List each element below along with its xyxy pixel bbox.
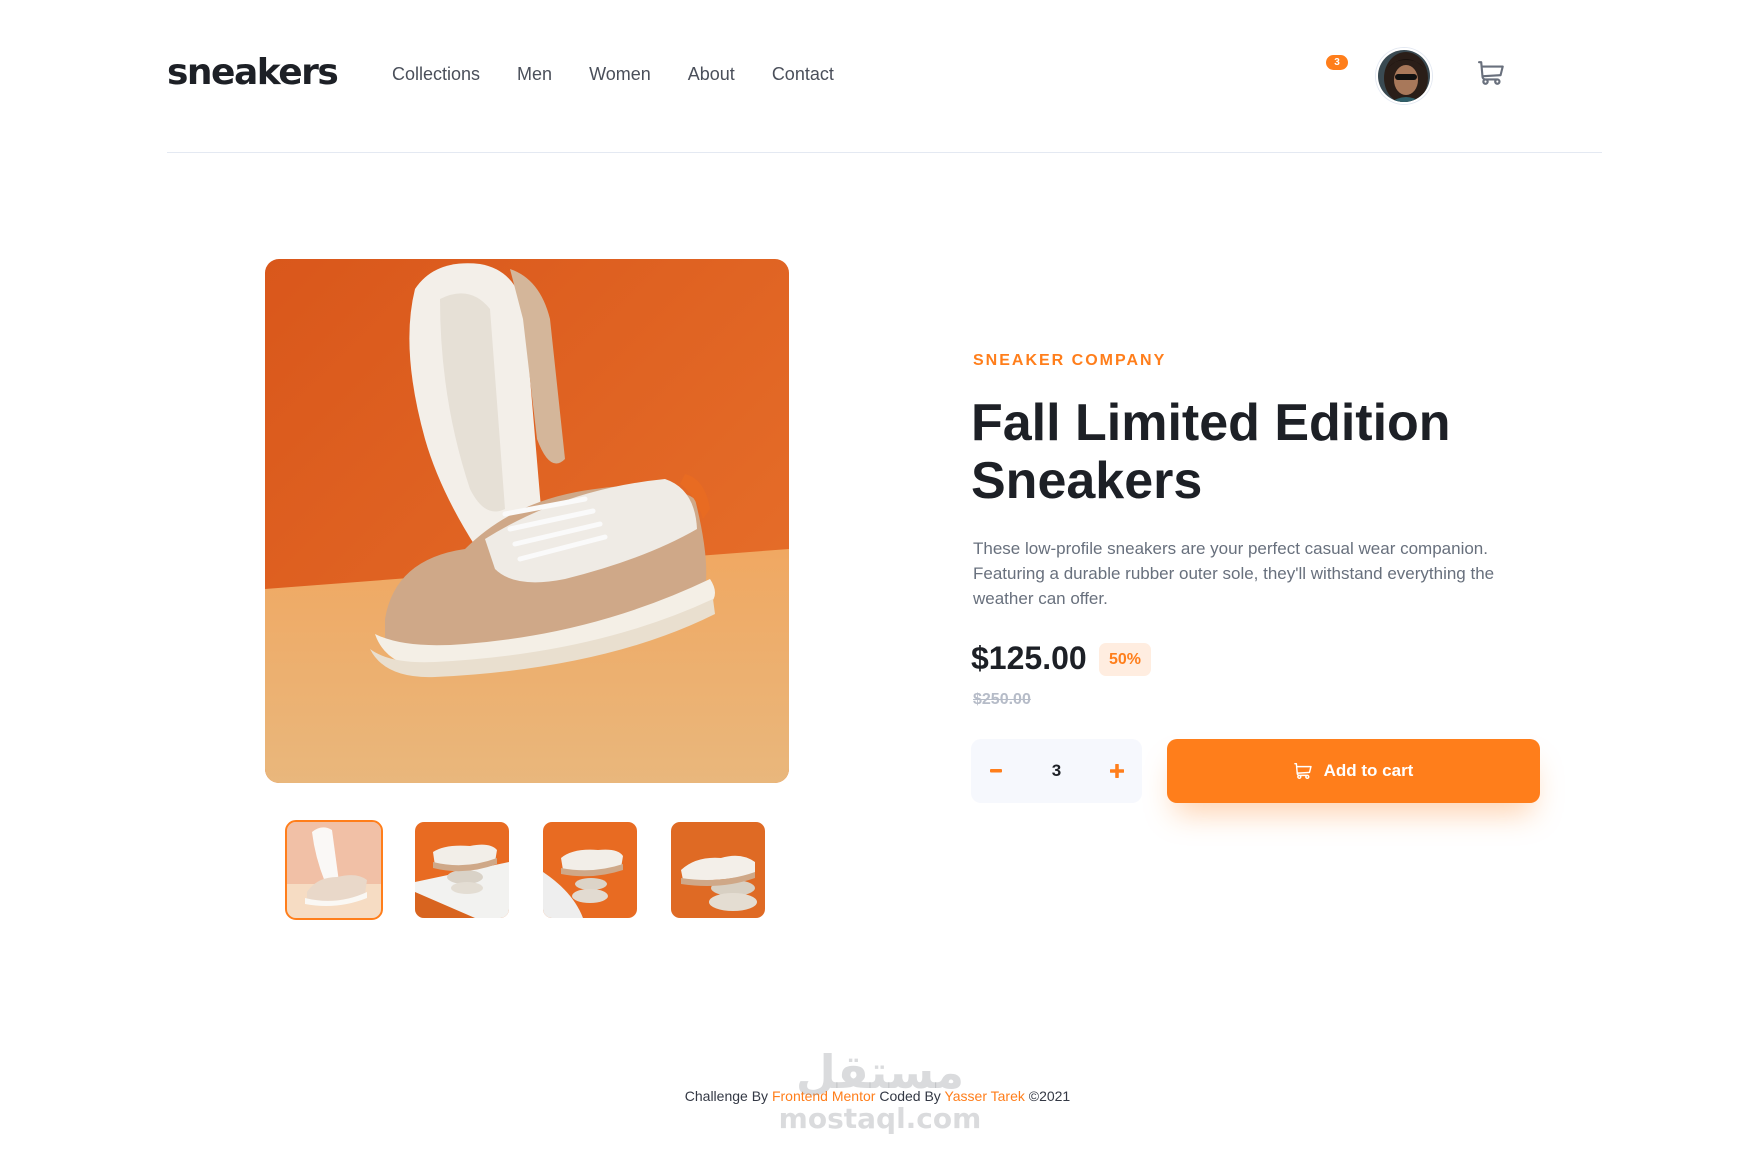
thumbnail-1[interactable] <box>285 820 383 920</box>
cart-count-badge: 3 <box>1326 55 1348 70</box>
quantity-stepper: 3 <box>971 739 1142 803</box>
thumbnail-2-image <box>415 822 509 918</box>
thumbnail-4[interactable] <box>671 822 765 918</box>
decrease-quantity-button[interactable] <box>971 739 1021 803</box>
discount-badge: 50% <box>1099 643 1151 676</box>
footer-challenge-text: Challenge By <box>684 1088 769 1104</box>
add-to-cart-label: Add to cart <box>1323 761 1414 780</box>
nav-link-collections[interactable]: Collections <box>392 64 480 85</box>
avatar[interactable] <box>1376 48 1432 104</box>
product-page: sneakers Collections Men Women About Con… <box>0 0 1755 1157</box>
thumbnail-3[interactable] <box>543 822 637 918</box>
current-price: $125.00 <box>971 640 1087 676</box>
product-title: Fall Limited Edition Sneakers <box>971 394 1451 510</box>
site-header: sneakers Collections Men Women About Con… <box>167 0 1602 153</box>
thumbnail-strip <box>285 820 765 920</box>
plus-icon <box>1110 764 1124 778</box>
nav-link-women[interactable]: Women <box>589 64 651 85</box>
add-to-cart-button[interactable]: Add to cart <box>1167 739 1540 803</box>
footer-mentor-link[interactable]: Frontend Mentor <box>772 1088 876 1104</box>
thumbnail-1-image <box>287 822 381 918</box>
original-price: $250.00 <box>973 691 1031 708</box>
nav-link-about[interactable]: About <box>688 64 735 85</box>
thumbnail-3-image <box>543 822 637 918</box>
avatar-image <box>1378 50 1430 102</box>
cart-icon <box>1293 763 1312 779</box>
sneaker-photo <box>265 259 789 783</box>
footer-coded-text: Coded By <box>879 1088 941 1104</box>
cart-glyph <box>1478 61 1504 85</box>
company-name: SNEAKER COMPANY <box>973 352 1167 369</box>
minus-icon <box>990 769 1002 773</box>
product-description: These low-profile sneakers are your perf… <box>973 539 1495 608</box>
quantity-value: 3 <box>1051 761 1062 780</box>
watermark-domain: mostaql.com <box>779 1102 982 1135</box>
main-nav: Collections Men Women About Contact <box>392 64 834 85</box>
thumbnail-4-image <box>671 822 765 918</box>
footer-copyright: ©2021 <box>1028 1088 1071 1104</box>
nav-link-men[interactable]: Men <box>517 64 552 85</box>
main-product-image[interactable] <box>265 259 789 783</box>
footer-attribution: Challenge By Frontend Mentor Coded By Ya… <box>0 1088 1755 1104</box>
logo[interactable]: sneakers <box>167 52 339 93</box>
cart-icon[interactable] <box>1478 60 1508 90</box>
nav-link-contact[interactable]: Contact <box>772 64 834 85</box>
increase-quantity-button[interactable] <box>1092 739 1142 803</box>
footer-author-link[interactable]: Yasser Tarek <box>944 1088 1024 1104</box>
thumbnail-2[interactable] <box>415 822 509 918</box>
